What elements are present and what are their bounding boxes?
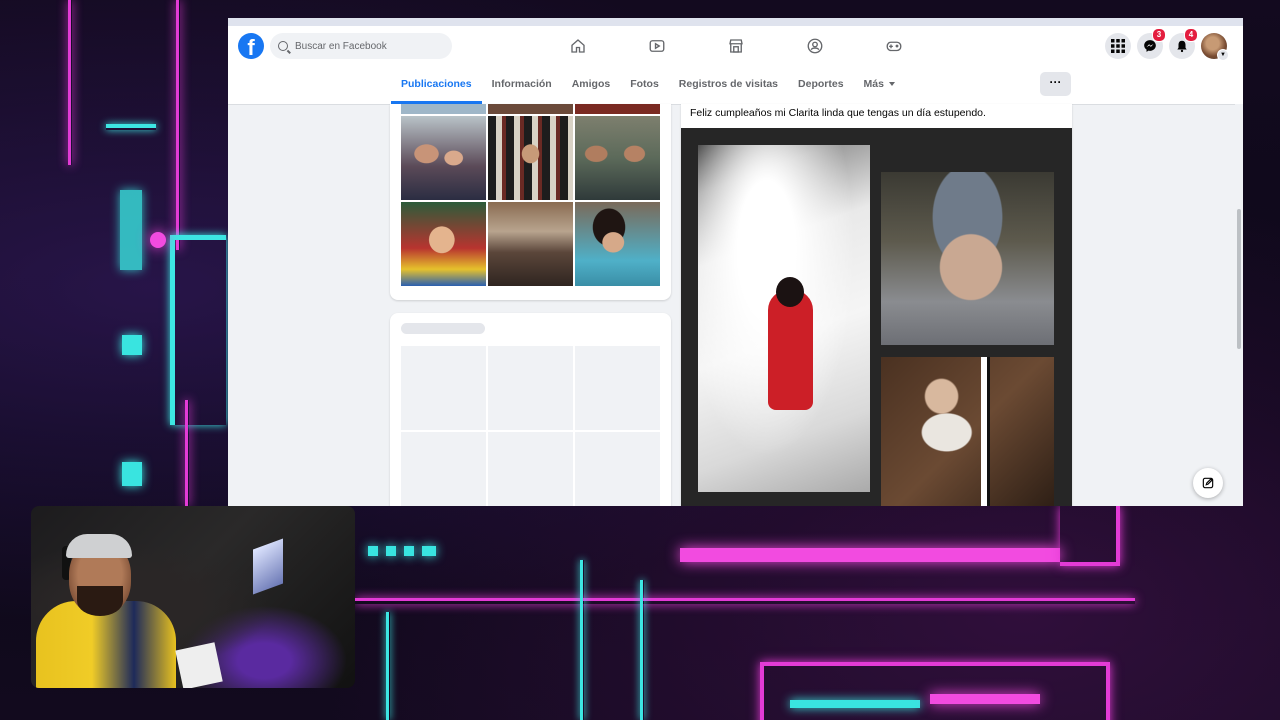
loading-grid — [401, 346, 660, 506]
neon-block — [120, 190, 142, 270]
streamer-cap — [66, 534, 132, 558]
neon-line — [185, 400, 189, 506]
video-icon — [649, 40, 664, 52]
post-photo-collage — [681, 128, 1072, 506]
photo-thumbnail[interactable] — [401, 202, 486, 286]
loading-placeholder — [401, 432, 486, 506]
photo-subject — [768, 290, 813, 410]
facebook-logo-letter: f — [247, 35, 255, 59]
notifications-badge: 4 — [1184, 28, 1198, 42]
neon-block — [404, 546, 414, 556]
neon-block — [122, 462, 142, 486]
neon-line — [176, 0, 180, 250]
tab-amigos[interactable]: Amigos — [562, 66, 621, 104]
background-monitor — [253, 538, 283, 595]
photo-thumbnail[interactable] — [488, 202, 573, 286]
caret-down-icon — [888, 82, 895, 87]
photo-thumbnail[interactable] — [488, 104, 573, 114]
facebook-top-bar: f Buscar en Facebook 3 4 ▼ — [228, 26, 1243, 67]
webcam-overlay — [31, 506, 355, 688]
neon-block — [790, 700, 920, 708]
loading-placeholder — [401, 346, 486, 430]
chevron-down-icon: ▼ — [1217, 49, 1229, 61]
tab-publicaciones[interactable]: Publicaciones — [391, 66, 482, 104]
nav-home[interactable] — [538, 26, 617, 66]
tab-deportes[interactable]: Deportes — [788, 66, 854, 104]
neon-block — [422, 546, 436, 556]
loading-card — [390, 313, 671, 506]
scrollbar-thumb[interactable] — [1237, 209, 1241, 349]
facebook-logo[interactable]: f — [238, 33, 264, 59]
photo-thumbnail[interactable] — [575, 202, 660, 286]
post-photo-snow[interactable] — [698, 145, 870, 492]
neon-block — [386, 546, 396, 556]
photo-thumbnail[interactable] — [401, 116, 486, 200]
neon-block — [122, 335, 142, 355]
neon-line — [106, 124, 156, 130]
notifications-button[interactable]: 4 — [1169, 28, 1198, 59]
photo-subject — [776, 277, 804, 307]
tab-mas-label: Más — [863, 78, 884, 90]
photos-grid-top — [401, 104, 660, 114]
profile-tabs: Publicaciones Información Amigos Fotos R… — [391, 66, 905, 104]
loading-placeholder — [575, 346, 660, 430]
home-icon — [570, 39, 585, 53]
nav-groups[interactable] — [775, 26, 854, 66]
neon-line — [580, 560, 584, 720]
account-controls: 3 4 ▼ — [1105, 28, 1229, 61]
post-photo-piano[interactable] — [881, 357, 1054, 506]
nav-video[interactable] — [617, 26, 696, 66]
browser-window: f Buscar en Facebook 3 4 ▼ Publicaciones… — [228, 18, 1243, 506]
page-scrollbar[interactable] — [1235, 104, 1243, 506]
search-placeholder: Buscar en Facebook — [295, 40, 387, 52]
compose-icon — [1202, 477, 1214, 489]
search-input[interactable]: Buscar en Facebook — [270, 33, 452, 59]
neon-line — [355, 598, 1135, 604]
loading-placeholder — [488, 346, 573, 430]
neon-line — [68, 0, 72, 165]
photos-grid — [401, 116, 660, 286]
profile-avatar[interactable]: ▼ — [1201, 33, 1229, 61]
post-card: Feliz cumpleaños mi Clarita linda que te… — [681, 104, 1072, 506]
nav-marketplace[interactable] — [696, 26, 775, 66]
grid-icon — [1111, 39, 1125, 53]
neon-line — [170, 235, 226, 425]
menu-button[interactable] — [1105, 33, 1131, 59]
paper-sheet — [175, 642, 223, 688]
groups-icon — [807, 38, 822, 54]
marketplace-icon — [728, 39, 743, 53]
messenger-badge: 3 — [1152, 28, 1166, 42]
post-text: Feliz cumpleaños mi Clarita linda que te… — [690, 107, 986, 119]
profile-tabs-bar: Publicaciones Información Amigos Fotos R… — [228, 66, 1243, 105]
nav-gaming[interactable] — [854, 26, 933, 66]
post-photo-baby-hat[interactable] — [881, 172, 1054, 345]
main-navigation — [538, 26, 933, 66]
neon-line — [640, 580, 644, 720]
more-options-button[interactable]: ··· — [1040, 72, 1071, 96]
loading-placeholder — [575, 432, 660, 506]
neon-block — [368, 546, 378, 556]
neon-dot — [150, 232, 166, 248]
photo-thumbnail[interactable] — [488, 116, 573, 200]
neon-block — [930, 694, 1040, 704]
tab-registros-de-visitas[interactable]: Registros de visitas — [669, 66, 788, 104]
neon-line — [760, 662, 1110, 720]
loading-placeholder — [488, 432, 573, 506]
neon-line — [1060, 506, 1120, 566]
photo-thumbnail[interactable] — [575, 116, 660, 200]
loading-placeholder — [401, 323, 485, 334]
streamer-beard — [77, 586, 123, 616]
neon-block — [680, 548, 1060, 562]
tab-mas[interactable]: Más — [854, 66, 905, 104]
photos-card — [390, 104, 671, 300]
photo-thumbnail[interactable] — [401, 104, 486, 114]
new-message-button[interactable] — [1193, 468, 1223, 498]
tab-fotos[interactable]: Fotos — [620, 66, 669, 104]
gaming-icon — [886, 41, 901, 52]
photo-thumbnail[interactable] — [575, 104, 660, 114]
messenger-button[interactable]: 3 — [1137, 28, 1166, 59]
neon-line — [386, 612, 390, 720]
search-icon — [278, 41, 288, 51]
tab-informacion[interactable]: Información — [482, 66, 562, 104]
